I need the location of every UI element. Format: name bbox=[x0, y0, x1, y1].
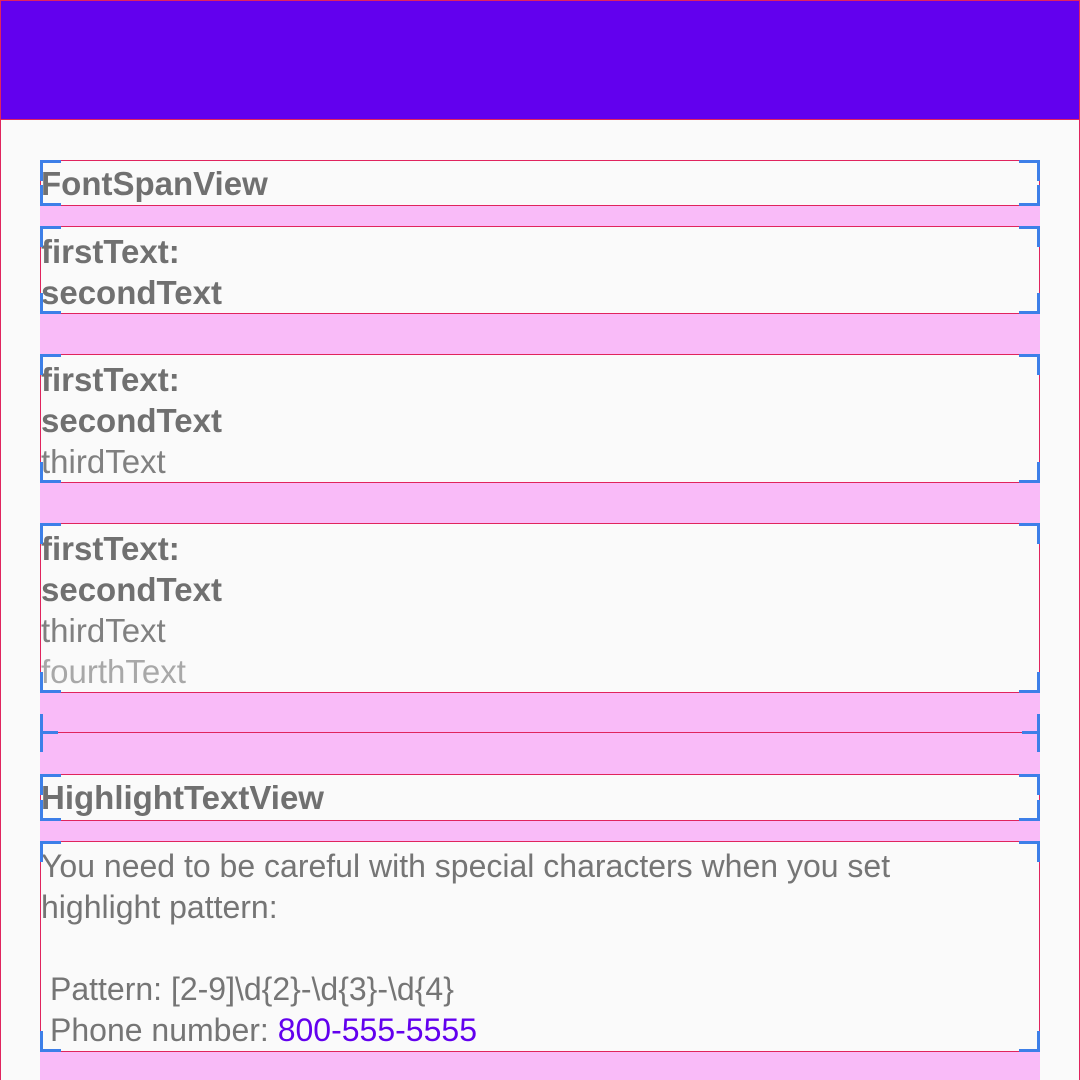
second-text: secondText bbox=[41, 402, 222, 439]
font-span-example-2: firstText: secondText thirdText bbox=[40, 354, 1040, 483]
phone-line: Phone number: 800-555-5555 bbox=[41, 1010, 1039, 1051]
first-text: firstText: bbox=[41, 361, 180, 398]
fourth-text: fourthText bbox=[41, 653, 186, 690]
font-span-example-3: firstText: secondText thirdText fourthTe… bbox=[40, 523, 1040, 693]
app-screen: FontSpanView firstText: secondText first… bbox=[0, 0, 1080, 1080]
highlight-title: HighlightTextView bbox=[41, 779, 324, 816]
layout-bound-left bbox=[0, 0, 1, 1080]
divider-bounds bbox=[40, 714, 1040, 752]
pattern-line: Pattern: [2-9]\d{2}-\d{3}-\d{4} bbox=[41, 969, 1039, 1010]
third-text: thirdText bbox=[41, 443, 166, 480]
app-bar bbox=[0, 0, 1080, 120]
first-text: firstText: bbox=[41, 233, 180, 270]
phone-label: Phone number: bbox=[50, 1012, 269, 1048]
second-text: secondText bbox=[41, 274, 222, 311]
highlight-text-view: You need to be careful with special char… bbox=[40, 841, 1040, 1052]
third-text: thirdText bbox=[41, 612, 166, 649]
description-line-1: You need to be careful with special char… bbox=[41, 848, 891, 884]
description-line-2: highlight pattern: bbox=[41, 889, 278, 925]
font-span-example-1: firstText: secondText bbox=[40, 226, 1040, 314]
font-span-title-box: FontSpanView bbox=[40, 160, 1040, 206]
pattern-value: [2-9]\d{2}-\d{3}-\d{4} bbox=[170, 971, 454, 1007]
phone-number-highlight: 800-555-5555 bbox=[277, 1012, 477, 1048]
pattern-label: Pattern: bbox=[50, 971, 163, 1007]
highlight-title-box: HighlightTextView bbox=[40, 774, 1040, 821]
font-span-title: FontSpanView bbox=[41, 165, 268, 202]
first-text: firstText: bbox=[41, 530, 180, 567]
second-text: secondText bbox=[41, 571, 222, 608]
